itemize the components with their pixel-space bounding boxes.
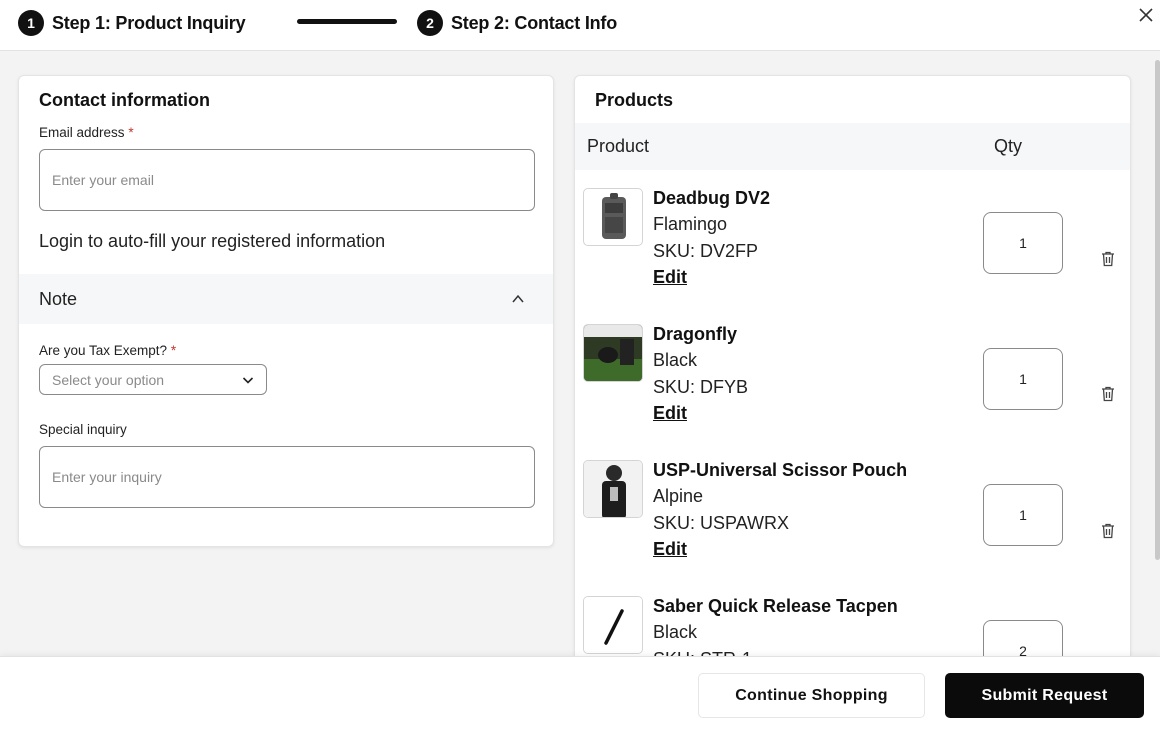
product-sku: SKU: DV2FP — [653, 241, 759, 261]
product-name: Saber Quick Release Tacpen — [653, 596, 898, 616]
step-1-number: 1 — [18, 10, 44, 36]
step-1-label: Step 1: Product Inquiry — [52, 12, 246, 33]
product-variant: Black — [653, 622, 698, 642]
required-mark: * — [170, 343, 177, 358]
person-photo-thumbnail — [583, 460, 643, 518]
contact-information-card: Contact information Email address * Ente… — [18, 75, 554, 547]
quantity-field[interactable]: 1 — [983, 212, 1063, 274]
chevron-down-icon — [242, 377, 254, 384]
trash-icon[interactable] — [1101, 386, 1115, 402]
product-variant: Alpine — [653, 486, 704, 506]
pen-thumbnail — [583, 596, 643, 654]
products-card: Products Product Qty Deadbug DV2 Flaming… — [574, 75, 1131, 675]
product-variant: Black — [653, 350, 698, 370]
stepper-bar: 1 Step 1: Product Inquiry 2 Step 2: Cont… — [0, 0, 1160, 51]
tax-exempt-select[interactable]: Select your option — [39, 364, 267, 395]
tax-exempt-select-value: Select your option — [52, 371, 165, 388]
special-inquiry-label: Special inquiry — [39, 422, 127, 437]
note-accordion[interactable]: Note — [19, 274, 553, 324]
note-label: Note — [39, 288, 78, 309]
product-row: USP-Universal Scissor Pouch Alpine SKU: … — [575, 460, 1130, 590]
submit-request-button[interactable]: Submit Request — [945, 673, 1144, 718]
chevron-up-icon[interactable] — [511, 292, 525, 306]
product-variant: Flamingo — [653, 214, 728, 234]
backpack-thumbnail — [583, 188, 643, 246]
step-2: 2 Step 2: Contact Info — [417, 10, 617, 36]
continue-shopping-button[interactable]: Continue Shopping — [698, 673, 925, 718]
product-sku: SKU: USPAWRX — [653, 513, 790, 533]
close-icon[interactable] — [1137, 6, 1155, 24]
products-title: Products — [595, 90, 674, 110]
product-name: Deadbug DV2 — [653, 188, 771, 208]
action-bar: Continue Shopping Submit Request — [0, 656, 1160, 745]
quantity-field[interactable]: 1 — [983, 484, 1063, 546]
edit-product-link[interactable]: Edit — [653, 267, 687, 288]
step-2-label: Step 2: Contact Info — [451, 12, 617, 33]
quantity-field[interactable]: 1 — [983, 348, 1063, 410]
special-inquiry-field[interactable]: Enter your inquiry — [39, 446, 535, 508]
product-name: Dragonfly — [653, 324, 738, 344]
product-row: Deadbug DV2 Flamingo SKU: DV2FP Edit 1 — [575, 188, 1130, 318]
contact-title: Contact information — [39, 90, 210, 110]
step-1: 1 Step 1: Product Inquiry — [18, 10, 246, 36]
edit-product-link[interactable]: Edit — [653, 403, 687, 424]
email-field[interactable]: Enter your email — [39, 149, 535, 211]
login-autofill-link[interactable]: Login to auto-fill your registered infor… — [39, 231, 385, 252]
email-label: Email address * — [39, 125, 134, 140]
step-2-number: 2 — [417, 10, 443, 36]
trash-icon[interactable] — [1101, 523, 1115, 539]
edit-product-link[interactable]: Edit — [653, 539, 687, 560]
outdoor-photo-thumbnail — [583, 324, 643, 382]
required-mark: * — [128, 125, 134, 140]
tax-exempt-label: Are you Tax Exempt? * — [39, 343, 177, 358]
products-table-header: Product Qty — [575, 123, 1130, 170]
column-header-qty: Qty — [994, 136, 1023, 156]
product-sku: SKU: DFYB — [653, 377, 749, 397]
trash-icon[interactable] — [1101, 251, 1115, 267]
column-header-product: Product — [587, 136, 650, 156]
step-progress-line — [297, 19, 397, 24]
product-row: Dragonfly Black SKU: DFYB Edit 1 — [575, 324, 1130, 454]
scrollbar[interactable] — [1155, 60, 1160, 560]
product-name: USP-Universal Scissor Pouch — [653, 460, 908, 480]
